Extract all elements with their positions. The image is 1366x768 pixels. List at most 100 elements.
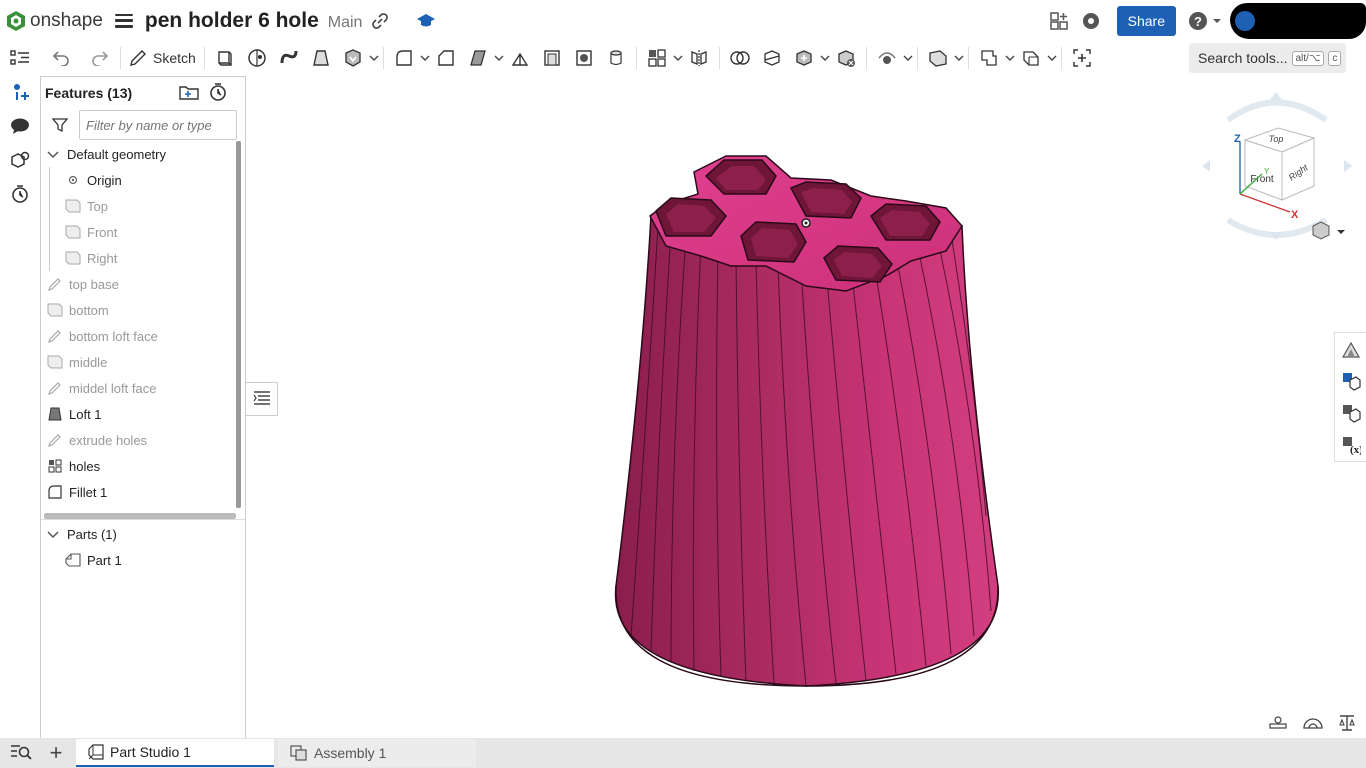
view-cube[interactable]: Top Front Right Z X Y	[1200, 90, 1360, 255]
link-icon[interactable]	[372, 12, 389, 29]
plane-item-top[interactable]: Top	[41, 193, 245, 219]
appearance-icon[interactable]	[1335, 333, 1366, 365]
configurations-icon[interactable]	[1335, 365, 1366, 397]
feature-item[interactable]: top base	[41, 271, 245, 297]
parts-icon[interactable]	[0, 143, 40, 177]
document-title[interactable]: pen holder 6 hole	[145, 9, 319, 33]
pattern-icon[interactable]	[644, 43, 670, 73]
loft-icon[interactable]	[308, 43, 334, 73]
feature-tree-scrollbar[interactable]	[236, 141, 241, 508]
feature-item[interactable]: middle	[41, 349, 245, 375]
rollback-timer-icon[interactable]	[209, 83, 227, 104]
feature-list-icon[interactable]	[0, 41, 40, 75]
view-cube-top-label[interactable]: Top	[1269, 134, 1284, 144]
tab-assembly[interactable]: Assembly 1	[278, 739, 476, 767]
rib-icon[interactable]	[507, 43, 533, 73]
plane-icon[interactable]	[925, 43, 951, 73]
feature-filter-input[interactable]	[79, 110, 237, 140]
feature-item[interactable]: middel loft face	[41, 375, 245, 401]
svg-text:(x): (x)	[1350, 444, 1361, 455]
transform-icon[interactable]	[791, 43, 817, 73]
education-cap-icon[interactable]	[416, 13, 436, 29]
search-tools-input[interactable]: Search tools... alt/⌥ c	[1189, 43, 1346, 73]
chevron-down-icon[interactable]	[45, 526, 61, 542]
chevron-down-icon[interactable]	[954, 43, 964, 73]
undo-icon[interactable]	[48, 43, 74, 73]
delete-part-icon[interactable]	[833, 43, 859, 73]
add-folder-icon[interactable]	[179, 83, 199, 104]
plane-item-right[interactable]: Right	[41, 245, 245, 271]
branch-label[interactable]: Main	[328, 14, 363, 32]
section-view-icon[interactable]	[1338, 714, 1356, 737]
comments-icon[interactable]	[0, 109, 40, 143]
pen-holder-model[interactable]	[246, 76, 1366, 738]
onshape-logo[interactable]: onshape	[6, 10, 103, 32]
boolean-icon[interactable]	[727, 43, 753, 73]
view-cube-front-label[interactable]: Front	[1250, 174, 1274, 185]
parts-list: Parts (1) Part 1	[41, 521, 245, 573]
search-document-icon[interactable]	[10, 744, 32, 765]
draft-icon[interactable]	[465, 43, 491, 73]
chevron-down-icon[interactable]	[45, 146, 61, 162]
chamfer-icon[interactable]	[433, 43, 459, 73]
chevron-down-icon[interactable]	[420, 43, 430, 73]
sketch-button[interactable]: Sketch	[125, 49, 200, 67]
feature-item[interactable]: Loft 1	[41, 401, 245, 427]
search-tools-label: Search tools...	[1198, 50, 1288, 66]
help-menu[interactable]: ?	[1188, 11, 1222, 31]
view-options-icon[interactable]	[1312, 221, 1345, 240]
modify-face-icon[interactable]	[874, 43, 900, 73]
sweep-icon[interactable]	[276, 43, 302, 73]
cylinder-icon[interactable]	[603, 43, 629, 73]
plane-item-front[interactable]: Front	[41, 219, 245, 245]
default-geometry-node[interactable]: Default geometry	[41, 141, 245, 167]
chevron-down-icon[interactable]	[1005, 43, 1015, 73]
insert-icon[interactable]	[0, 75, 40, 109]
axis-y-label: Y	[1264, 167, 1270, 176]
mirror-icon[interactable]	[686, 43, 712, 73]
feature-item[interactable]: bottom loft face	[41, 323, 245, 349]
divider	[41, 519, 245, 520]
properties-icon[interactable]	[1335, 397, 1366, 429]
split-icon[interactable]	[759, 43, 785, 73]
chevron-down-icon[interactable]	[673, 43, 683, 73]
history-icon[interactable]	[0, 177, 40, 211]
revolve-icon[interactable]	[244, 43, 270, 73]
menu-icon[interactable]	[114, 13, 133, 28]
add-tab-button[interactable]: +	[36, 738, 76, 768]
shell-icon[interactable]	[539, 43, 565, 73]
measure-icon[interactable]	[1302, 714, 1324, 737]
extrude-icon[interactable]	[212, 43, 238, 73]
chevron-down-icon[interactable]	[903, 43, 913, 73]
surface-icon[interactable]	[1018, 43, 1044, 73]
hole-icon[interactable]	[571, 43, 597, 73]
chevron-down-icon[interactable]	[820, 43, 830, 73]
chevron-down-icon[interactable]	[494, 43, 504, 73]
app-store-icon[interactable]	[1047, 9, 1071, 33]
variables-icon[interactable]: (x)	[1335, 429, 1366, 461]
origin-item[interactable]: Origin	[41, 167, 245, 193]
feature-item[interactable]: bottom	[41, 297, 245, 323]
part-item[interactable]: Part 1	[41, 547, 245, 573]
share-button[interactable]: Share	[1116, 5, 1176, 36]
filter-icon[interactable]	[41, 117, 79, 133]
add-custom-feature-icon[interactable]	[1069, 43, 1095, 73]
chevron-down-icon[interactable]	[369, 43, 379, 73]
feature-item[interactable]: extrude holes	[41, 427, 245, 453]
redo-icon[interactable]	[87, 43, 113, 73]
feature-item[interactable]: holes	[41, 453, 245, 479]
mass-properties-icon[interactable]	[1268, 714, 1288, 737]
fillet-icon[interactable]	[391, 43, 417, 73]
sheet-metal-icon[interactable]	[976, 43, 1002, 73]
fillet-icon	[47, 484, 63, 500]
tab-part-studio[interactable]: Part Studio 1	[76, 739, 274, 767]
feature-item[interactable]: Fillet 1	[41, 479, 245, 505]
thicken-icon[interactable]	[340, 43, 366, 73]
chevron-down-icon[interactable]	[1047, 43, 1057, 73]
user-avatar[interactable]	[1230, 2, 1366, 39]
shortcut-key: alt/⌥	[1291, 50, 1325, 66]
plane-icon	[47, 354, 63, 370]
parts-node[interactable]: Parts (1)	[41, 521, 245, 547]
graphics-viewport[interactable]	[246, 76, 1366, 738]
learning-center-icon[interactable]	[1079, 9, 1103, 33]
